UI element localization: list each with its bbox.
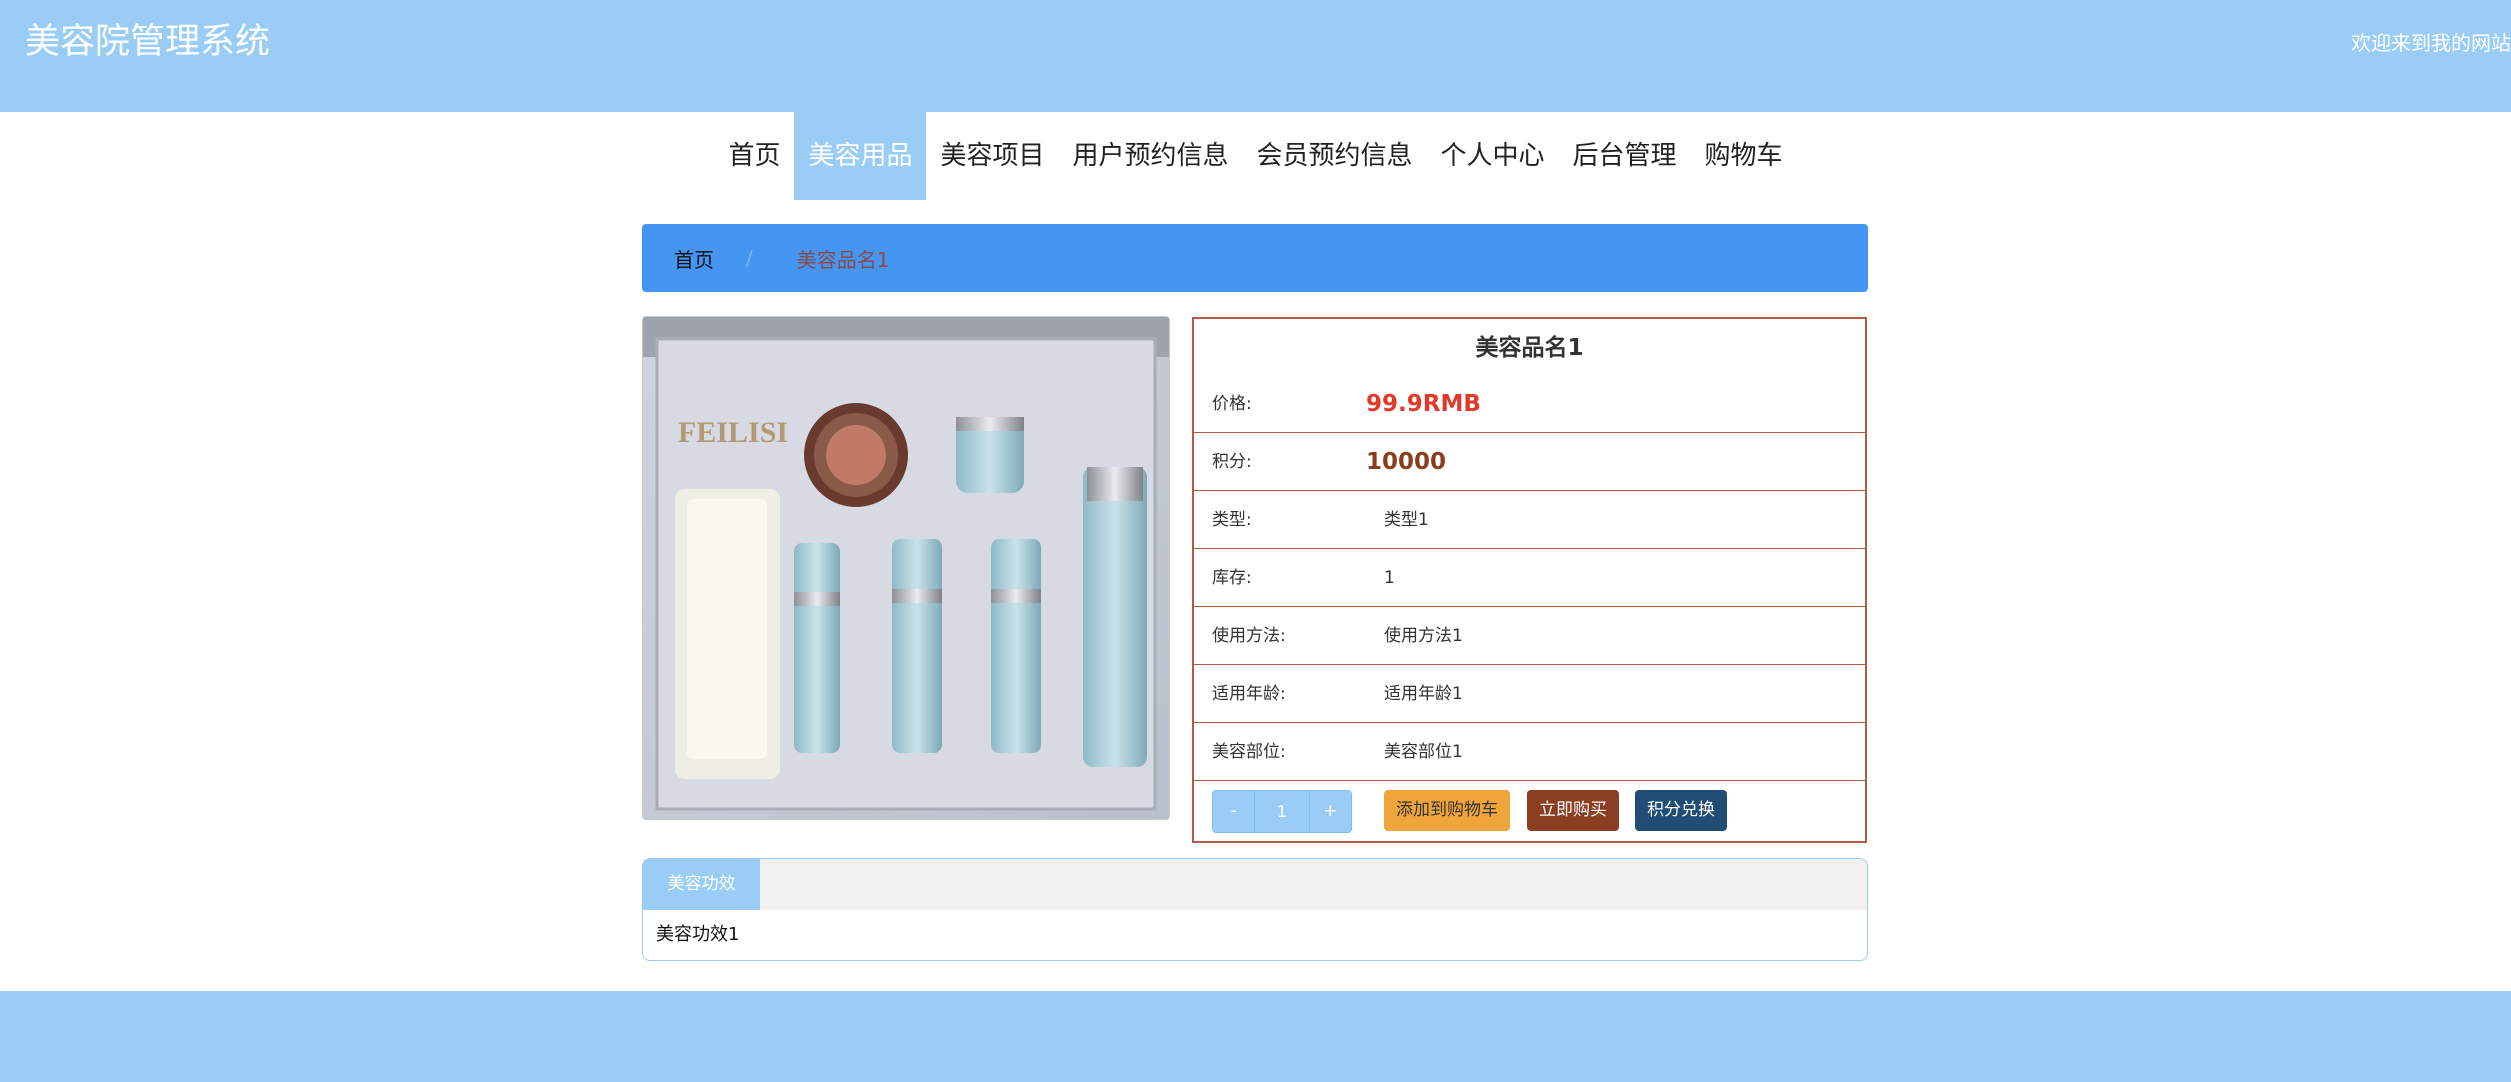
nav-item-user-appointments[interactable]: 用户预约信息 [1058, 112, 1242, 200]
age-label: 适用年龄: [1212, 684, 1286, 704]
type-row: 类型: 类型1 [1194, 491, 1865, 549]
nav-item-cart[interactable]: 购物车 [1691, 112, 1797, 200]
detail-tabs: 美容功效 美容功效1 [642, 858, 1868, 961]
points-value: 10000 [1366, 449, 1447, 475]
quantity-input[interactable]: 1 [1254, 791, 1310, 832]
type-label: 类型: [1212, 510, 1252, 530]
nav-item-home[interactable]: 首页 [714, 112, 794, 200]
product-photo: FEILISI [643, 317, 1169, 819]
svg-text:FEILISI: FEILISI [678, 416, 788, 449]
quantity-decrease-button[interactable]: - [1213, 791, 1255, 832]
breadcrumb: 首页 / 美容品名1 [642, 224, 1868, 292]
price-label: 价格: [1212, 394, 1252, 414]
breadcrumb-home-link[interactable]: 首页 [674, 244, 714, 273]
product-image: FEILISI [642, 316, 1170, 820]
body-part-row: 美容部位: 美容部位1 [1194, 723, 1865, 781]
usage-label: 使用方法: [1212, 626, 1286, 646]
stock-row: 库存: 1 [1194, 549, 1865, 607]
nav-item-admin[interactable]: 后台管理 [1559, 112, 1691, 200]
nav-item-beauty-products[interactable]: 美容用品 [794, 112, 927, 200]
product-info-panel: 美容品名1 价格: 99.9RMB 积分: 10000 类型: 类型1 库存: … [1192, 317, 1867, 843]
tab-beauty-effects[interactable]: 美容功效 [643, 859, 760, 910]
usage-row: 使用方法: 使用方法1 [1194, 607, 1865, 665]
nav-item-member-appointments[interactable]: 会员预约信息 [1243, 112, 1427, 200]
nav-item-personal-center[interactable]: 个人中心 [1427, 112, 1559, 200]
nav-item-beauty-projects[interactable]: 美容项目 [926, 112, 1058, 200]
price-value: 99.9RMB [1366, 391, 1481, 417]
stock-value: 1 [1384, 568, 1395, 588]
tab-content: 美容功效1 [656, 924, 740, 945]
breadcrumb-separator: / [746, 246, 753, 270]
add-to-cart-button[interactable]: 添加到购物车 [1384, 790, 1510, 831]
redeem-points-button[interactable]: 积分兑换 [1635, 790, 1727, 831]
body-part-label: 美容部位: [1212, 742, 1286, 762]
tab-bar: 美容功效 [643, 859, 1867, 910]
top-header: 美容院管理系统 欢迎来到我的网站 [0, 0, 2511, 112]
stock-label: 库存: [1212, 568, 1252, 588]
age-row: 适用年龄: 适用年龄1 [1194, 665, 1865, 723]
actions-row: - 1 + 添加到购物车 立即购买 积分兑换 [1194, 781, 1865, 839]
product-name: 美容品名1 [1475, 335, 1584, 361]
points-label: 积分: [1212, 452, 1252, 472]
main-nav: 首页 美容用品 美容项目 用户预约信息 会员预约信息 个人中心 后台管理 购物车 [0, 112, 2511, 200]
age-value: 适用年龄1 [1384, 684, 1463, 704]
type-value: 类型1 [1384, 510, 1429, 530]
quantity-stepper: - 1 + [1212, 790, 1352, 833]
price-row: 价格: 99.9RMB [1194, 375, 1865, 433]
points-row: 积分: 10000 [1194, 433, 1865, 491]
breadcrumb-current: 美容品名1 [796, 247, 890, 272]
body-part-value: 美容部位1 [1384, 742, 1463, 762]
buy-now-button[interactable]: 立即购买 [1527, 790, 1619, 831]
welcome-text: 欢迎来到我的网站 [2351, 31, 2511, 55]
usage-value: 使用方法1 [1384, 626, 1463, 646]
quantity-increase-button[interactable]: + [1309, 791, 1351, 832]
site-title: 美容院管理系统 [25, 22, 271, 62]
footer [0, 991, 2511, 1082]
